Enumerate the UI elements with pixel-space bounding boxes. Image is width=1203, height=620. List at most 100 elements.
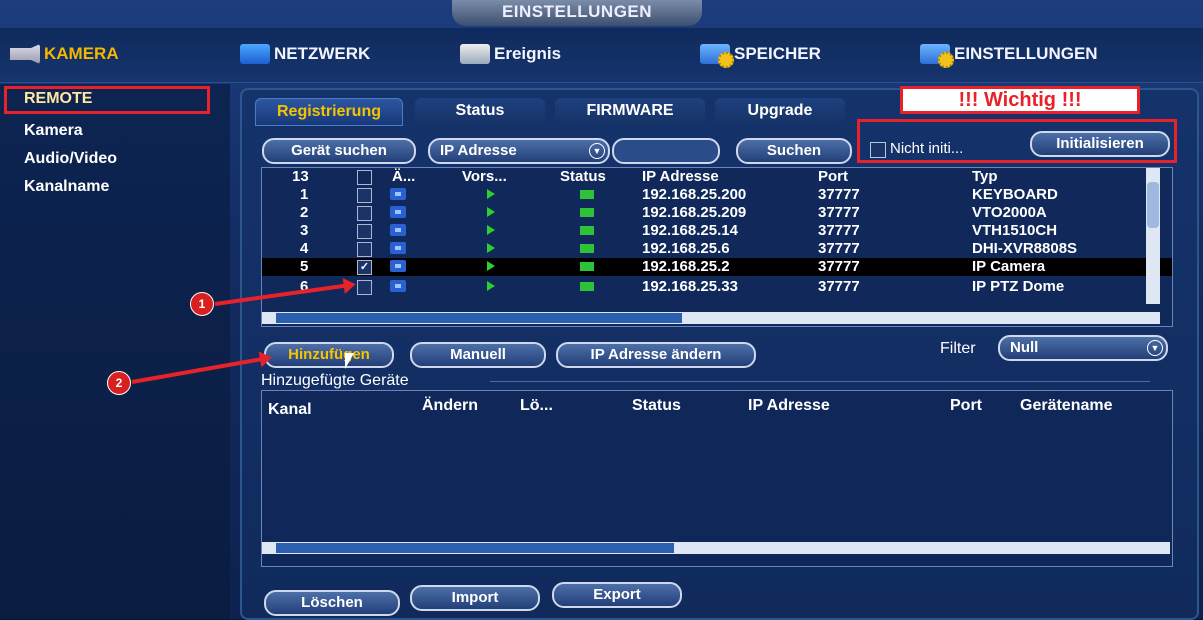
row-port: 37777: [818, 240, 860, 257]
hscroll-thumb[interactable]: [276, 313, 682, 323]
row-port: 37777: [818, 186, 860, 203]
table-row[interactable]: 4 192.168.25.6 37777 DHI-XVR8808S: [262, 240, 1172, 258]
row-checkbox[interactable]: [357, 224, 372, 239]
play-icon[interactable]: [487, 281, 495, 291]
row-ip: 192.168.25.209: [642, 204, 747, 221]
select-all-checkbox[interactable]: [357, 170, 372, 185]
filter-select[interactable]: Null ▼: [998, 335, 1168, 361]
modify-icon[interactable]: [390, 224, 406, 236]
nav-kamera-label: KAMERA: [44, 44, 119, 63]
row-type: DHI-XVR8808S: [972, 240, 1078, 257]
row-type: VTO2000A: [972, 204, 1047, 221]
row-ip: 192.168.25.200: [642, 186, 747, 203]
table-row[interactable]: 2 192.168.25.209 37777 VTO2000A: [262, 204, 1172, 222]
tab-upgrade[interactable]: Upgrade: [715, 98, 845, 124]
nav-ereignis[interactable]: Ereignis: [460, 36, 561, 72]
added-devices-table: Kanal Ändern Lö... Status IP Adresse Por…: [261, 390, 1173, 567]
col-ip: IP Adresse: [642, 168, 719, 185]
nav-einstellungen-label: EINSTELLUNGEN: [954, 44, 1098, 63]
row-checkbox[interactable]: [357, 188, 372, 203]
play-icon[interactable]: [487, 261, 495, 271]
col-channel: Kanal: [268, 401, 312, 418]
row-ip: 192.168.25.33: [642, 278, 738, 295]
tab-status[interactable]: Status: [415, 98, 545, 124]
row-checkbox[interactable]: [357, 242, 372, 257]
col-status: Status: [632, 397, 681, 414]
row-type: KEYBOARD: [972, 186, 1058, 203]
nav-einstellungen[interactable]: EINSTELLUNGEN: [920, 36, 1098, 72]
play-icon[interactable]: [487, 225, 495, 235]
uninitialized-checkbox[interactable]: [870, 142, 886, 158]
col-modify: Ä...: [392, 168, 416, 185]
play-icon[interactable]: [487, 243, 495, 253]
row-checkbox[interactable]: [357, 280, 372, 295]
search-button[interactable]: Suchen: [736, 138, 852, 164]
table-row[interactable]: 6 192.168.25.33 37777 IP PTZ Dome: [262, 278, 1172, 296]
sidebar-item-audio-video[interactable]: Audio/Video: [24, 150, 117, 168]
hscroll-thumb[interactable]: [276, 543, 674, 553]
sidebar-item-kanalname[interactable]: Kanalname: [24, 178, 109, 196]
col-device-name: Gerätename: [1020, 397, 1113, 414]
status-icon: [580, 226, 594, 235]
modify-icon[interactable]: [390, 206, 406, 218]
vscroll-thumb[interactable]: [1147, 182, 1159, 228]
address-type-select[interactable]: IP Adresse ▼: [428, 138, 610, 164]
row-checkbox-checked[interactable]: ✓: [357, 260, 372, 275]
nav-speicher[interactable]: SPEICHER: [700, 36, 821, 72]
row-port: 37777: [818, 278, 860, 295]
play-icon[interactable]: [487, 207, 495, 217]
settings-icon: [920, 44, 954, 68]
status-icon: [580, 282, 594, 291]
row-number: 4: [300, 240, 309, 257]
chevron-down-icon: ▼: [589, 143, 605, 159]
row-checkbox[interactable]: [357, 206, 372, 221]
table-row[interactable]: 1 192.168.25.200 37777 KEYBOARD: [262, 186, 1172, 204]
device-table-vscroll[interactable]: [1146, 168, 1160, 304]
add-button[interactable]: Hinzufügen: [264, 342, 394, 368]
row-ip: 192.168.25.6: [642, 240, 730, 257]
added-table-hscroll[interactable]: [262, 542, 1170, 554]
event-icon: [460, 44, 490, 64]
uninitialized-label: Nicht initi...: [890, 140, 964, 157]
play-icon[interactable]: [487, 189, 495, 199]
sidebar-item-kamera[interactable]: Kamera: [24, 122, 83, 140]
row-number: 5: [300, 258, 309, 275]
annotation-badge-1: 1: [190, 292, 214, 316]
status-icon: [580, 244, 594, 253]
import-button[interactable]: Import: [410, 585, 540, 611]
section-divider: [490, 381, 1150, 382]
tab-firmware[interactable]: FIRMWARE: [555, 98, 705, 124]
nav-kamera[interactable]: KAMERA: [10, 36, 119, 72]
row-ip: 192.168.25.14: [642, 222, 738, 239]
nav-speicher-label: SPEICHER: [734, 44, 821, 63]
row-type: IP PTZ Dome: [972, 278, 1065, 295]
modify-icon[interactable]: [390, 188, 406, 200]
camera-icon: [10, 44, 40, 64]
initialize-button[interactable]: Initialisieren: [1030, 131, 1170, 157]
col-port: Port: [950, 397, 982, 414]
delete-button[interactable]: Löschen: [264, 590, 400, 616]
added-devices-title: Hinzugefügte Geräte: [261, 372, 409, 389]
row-type: IP Camera: [972, 258, 1046, 275]
export-button[interactable]: Export: [552, 582, 682, 608]
nvr-screen: EINSTELLUNGEN KAMERA NETZWERK Ereignis S…: [0, 0, 1203, 620]
col-preview: Vors...: [462, 168, 507, 185]
gear-icon: [718, 52, 734, 68]
search-device-button[interactable]: Gerät suchen: [262, 138, 416, 164]
modify-icon[interactable]: [390, 260, 406, 272]
chevron-down-icon: ▼: [1147, 340, 1163, 356]
device-table-hscroll[interactable]: [262, 312, 1160, 324]
highlight-box-remote: [4, 86, 210, 114]
table-row[interactable]: 3 192.168.25.14 37777 VTH1510CH: [262, 222, 1172, 240]
col-port: Port: [818, 168, 848, 185]
tab-registrierung[interactable]: Registrierung: [255, 98, 403, 126]
modify-icon[interactable]: [390, 280, 406, 292]
manual-button[interactable]: Manuell: [410, 342, 546, 368]
search-field[interactable]: [612, 138, 720, 164]
table-row-selected[interactable]: 5 ✓ 192.168.25.2 37777 IP Camera: [262, 258, 1172, 276]
address-type-value: IP Adresse: [440, 142, 517, 159]
annotation-badge-2: 2: [107, 371, 131, 395]
change-ip-button[interactable]: IP Adresse ändern: [556, 342, 756, 368]
nav-netzwerk[interactable]: NETZWERK: [240, 36, 370, 72]
modify-icon[interactable]: [390, 242, 406, 254]
